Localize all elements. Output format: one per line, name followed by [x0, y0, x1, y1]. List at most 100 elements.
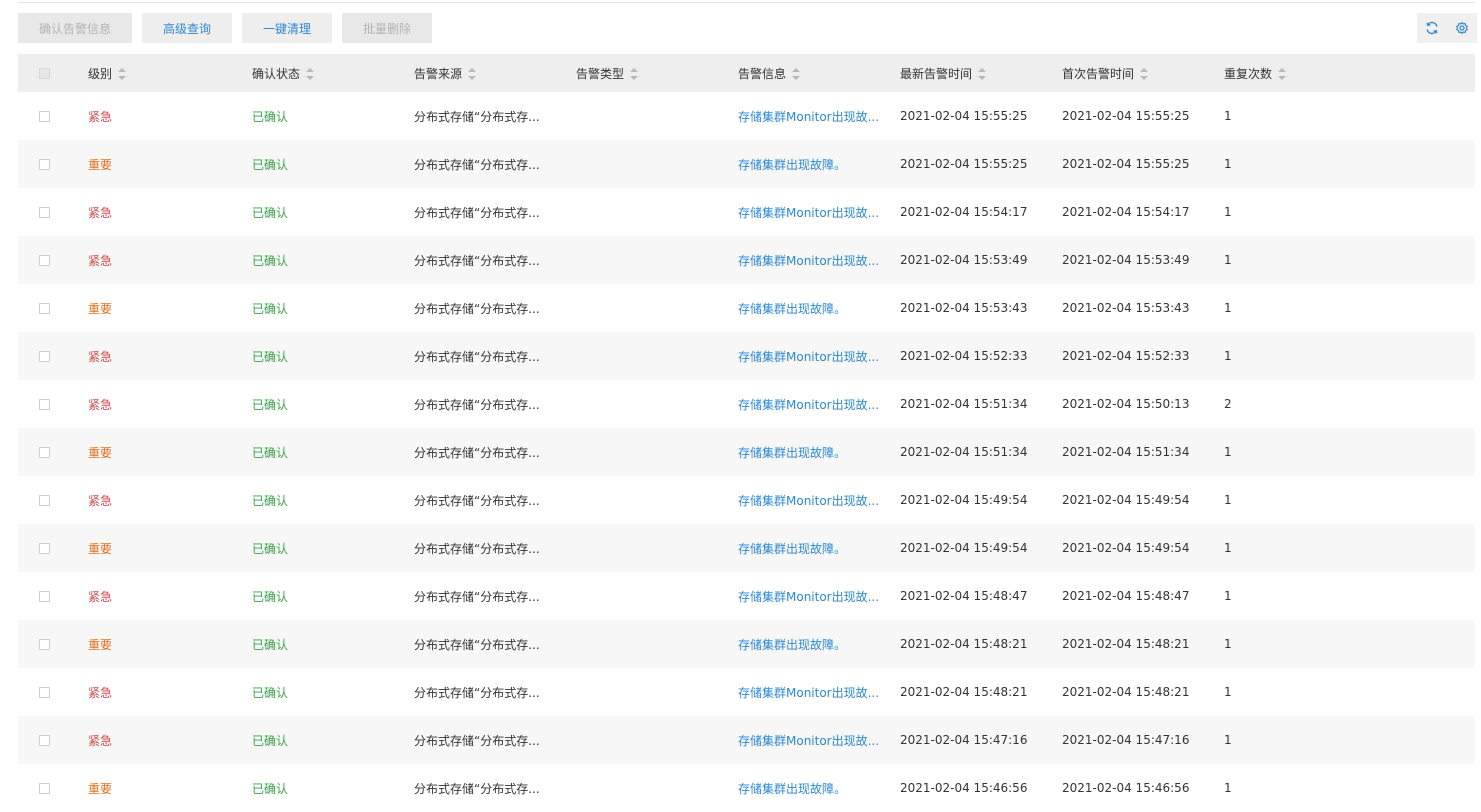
first-time-text: 2021-02-04 15:53:43 [1062, 301, 1190, 315]
table-row[interactable]: 紧急 已确认 分布式存储“分布式存... 存储集群Monitor出现故... 2021-… [18, 236, 1475, 284]
alarm-info-link[interactable]: 存储集群出现故障。 [738, 542, 846, 556]
repeat-count-text: 1 [1224, 301, 1232, 315]
alarm-info-link[interactable]: 存储集群出现故障。 [738, 782, 846, 796]
latest-time-text: 2021-02-04 15:47:16 [900, 733, 1028, 747]
sort-icon[interactable] [1278, 68, 1287, 80]
table-row[interactable]: 重要 已确认 分布式存储“分布式存... 存储集群出现故障。 2021-02-04 15… [18, 284, 1475, 332]
row-checkbox[interactable] [39, 302, 50, 314]
col-confirm-status[interactable]: 确认状态 [252, 54, 414, 92]
col-level[interactable]: 级别 [88, 54, 252, 92]
repeat-count-text: 1 [1224, 589, 1232, 603]
row-checkbox[interactable] [39, 206, 50, 218]
batch-delete-button[interactable]: 批量删除 [342, 13, 432, 43]
alarm-info-link[interactable]: 存储集群出现故障。 [738, 638, 846, 652]
alarm-info-link[interactable]: 存储集群Monitor出现故... [738, 590, 879, 604]
alarm-info-link[interactable]: 存储集群Monitor出现故... [738, 254, 879, 268]
first-time-text: 2021-02-04 15:49:54 [1062, 493, 1190, 507]
table-row[interactable]: 重要 已确认 分布式存储“分布式存... 存储集群出现故障。 2021-02-04 15… [18, 524, 1475, 572]
col-alarm-type[interactable]: 告警类型 [576, 54, 738, 92]
table-row[interactable]: 重要 已确认 分布式存储“分布式存... 存储集群出现故障。 2021-02-04 15… [18, 764, 1475, 812]
repeat-count-text: 1 [1224, 205, 1232, 219]
table-row[interactable]: 重要 已确认 分布式存储“分布式存... 存储集群出现故障。 2021-02-04 15… [18, 140, 1475, 188]
alarm-info-link[interactable]: 存储集群Monitor出现故... [738, 398, 879, 412]
alarm-info-link[interactable]: 存储集群出现故障。 [738, 446, 846, 460]
select-all-checkbox[interactable] [39, 67, 50, 79]
sort-icon[interactable] [468, 68, 477, 80]
table-row[interactable]: 紧急 已确认 分布式存储“分布式存... 存储集群Monitor出现故... 2021-… [18, 332, 1475, 380]
row-checkbox[interactable] [39, 446, 50, 458]
row-checkbox[interactable] [39, 686, 50, 698]
row-checkbox[interactable] [39, 638, 50, 650]
sort-icon[interactable] [306, 68, 315, 80]
table-row[interactable]: 重要 已确认 分布式存储“分布式存... 存储集群出现故障。 2021-02-04 15… [18, 428, 1475, 476]
repeat-count-text: 1 [1224, 541, 1232, 555]
latest-time-text: 2021-02-04 15:48:47 [900, 589, 1028, 603]
confirm-status-text: 已确认 [252, 781, 289, 796]
col-repeat-count[interactable]: 重复次数 [1224, 54, 1475, 92]
table-row[interactable]: 紧急 已确认 分布式存储“分布式存... 存储集群Monitor出现故... 2021-… [18, 716, 1475, 764]
col-first-time[interactable]: 首次告警时间 [1062, 54, 1224, 92]
table-row[interactable]: 紧急 已确认 分布式存储“分布式存... 存储集群Monitor出现故... 2021-… [18, 476, 1475, 524]
row-checkbox[interactable] [39, 782, 50, 794]
table-row[interactable]: 紧急 已确认 分布式存储“分布式存... 存储集群Monitor出现故... 2021-… [18, 668, 1475, 716]
alarm-source-text: 分布式存储“分布式存... [414, 301, 540, 316]
table-row[interactable]: 紧急 已确认 分布式存储“分布式存... 存储集群Monitor出现故... 2021-… [18, 572, 1475, 620]
row-checkbox[interactable] [39, 542, 50, 554]
row-checkbox[interactable] [39, 590, 50, 602]
confirm-status-text: 已确认 [252, 445, 289, 460]
advanced-query-button[interactable]: 高级查询 [142, 13, 232, 43]
row-checkbox[interactable] [39, 158, 50, 170]
alarm-info-link[interactable]: 存储集群Monitor出现故... [738, 734, 879, 748]
sort-icon[interactable] [978, 68, 987, 80]
level-text: 重要 [88, 781, 113, 796]
alarm-info-link[interactable]: 存储集群Monitor出现故... [738, 350, 879, 364]
gear-icon[interactable] [1455, 21, 1469, 35]
sort-icon[interactable] [1140, 68, 1149, 80]
confirm-alarm-button[interactable]: 确认告警信息 [18, 13, 132, 43]
repeat-count-text: 1 [1224, 637, 1232, 651]
confirm-status-text: 已确认 [252, 349, 289, 364]
confirm-status-text: 已确认 [252, 205, 289, 220]
level-text: 紧急 [88, 205, 113, 220]
row-select-cell [18, 620, 88, 668]
latest-time-text: 2021-02-04 15:48:21 [900, 637, 1028, 651]
row-select-cell [18, 284, 88, 332]
row-checkbox[interactable] [39, 350, 50, 362]
row-checkbox[interactable] [39, 494, 50, 506]
alarm-info-link[interactable]: 存储集群Monitor出现故... [738, 494, 879, 508]
table-row[interactable]: 紧急 已确认 分布式存储“分布式存... 存储集群Monitor出现故... 2021-… [18, 380, 1475, 428]
alarm-info-link[interactable]: 存储集群Monitor出现故... [738, 110, 879, 124]
first-time-text: 2021-02-04 15:51:34 [1062, 445, 1190, 459]
alarm-info-link[interactable]: 存储集群Monitor出现故... [738, 206, 879, 220]
latest-time-text: 2021-02-04 15:48:21 [900, 685, 1028, 699]
repeat-count-text: 1 [1224, 157, 1232, 171]
alarm-info-link[interactable]: 存储集群出现故障。 [738, 158, 846, 172]
sort-icon[interactable] [792, 68, 801, 80]
table-row[interactable]: 紧急 已确认 分布式存储“分布式存... 存储集群Monitor出现故... 2021-… [18, 188, 1475, 236]
row-checkbox[interactable] [39, 734, 50, 746]
sort-icon[interactable] [630, 68, 639, 80]
latest-time-text: 2021-02-04 15:46:56 [900, 781, 1028, 795]
table-row[interactable]: 紧急 已确认 分布式存储“分布式存... 存储集群Monitor出现故... 2021-… [18, 92, 1475, 140]
col-alarm-source[interactable]: 告警来源 [414, 54, 576, 92]
alarm-source-text: 分布式存储“分布式存... [414, 733, 540, 748]
row-select-cell [18, 668, 88, 716]
level-text: 紧急 [88, 109, 113, 124]
row-checkbox[interactable] [39, 398, 50, 410]
one-click-clear-button[interactable]: 一键清理 [242, 13, 332, 43]
row-select-cell [18, 524, 88, 572]
alarm-info-link[interactable]: 存储集群Monitor出现故... [738, 686, 879, 700]
col-alarm-info[interactable]: 告警信息 [738, 54, 900, 92]
sort-icon[interactable] [118, 68, 127, 80]
repeat-count-text: 1 [1224, 253, 1232, 267]
row-select-cell [18, 332, 88, 380]
repeat-count-text: 1 [1224, 349, 1232, 363]
refresh-icon[interactable] [1425, 21, 1439, 35]
alarm-info-link[interactable]: 存储集群出现故障。 [738, 302, 846, 316]
col-latest-time[interactable]: 最新告警时间 [900, 54, 1062, 92]
table-row[interactable]: 重要 已确认 分布式存储“分布式存... 存储集群出现故障。 2021-02-04 15… [18, 620, 1475, 668]
row-checkbox[interactable] [39, 110, 50, 122]
level-text: 紧急 [88, 589, 113, 604]
confirm-status-text: 已确认 [252, 301, 289, 316]
row-checkbox[interactable] [39, 254, 50, 266]
